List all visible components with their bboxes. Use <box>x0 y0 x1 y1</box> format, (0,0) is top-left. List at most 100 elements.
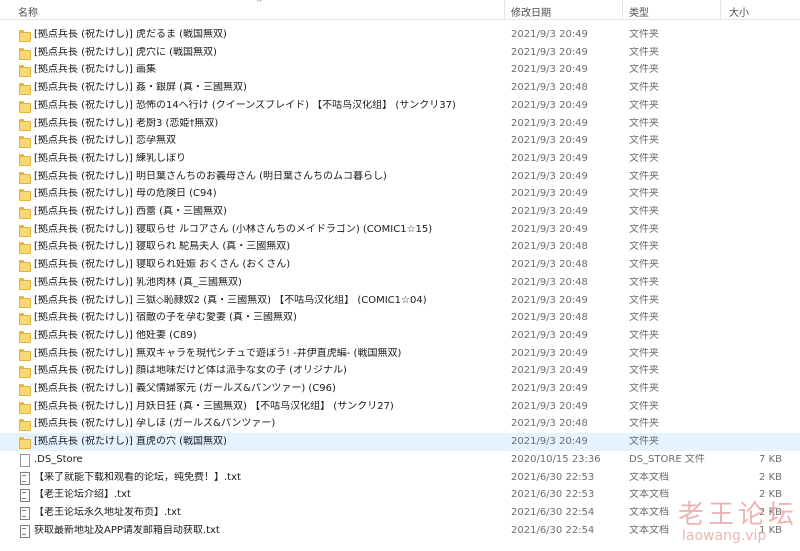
folder-icon <box>18 401 31 414</box>
column-divider[interactable] <box>720 0 721 20</box>
item-name: .DS_Store <box>34 453 83 465</box>
folder-icon <box>18 365 31 379</box>
sort-up-icon: ^ <box>256 0 263 7</box>
item-type: 文件夹 <box>629 241 659 253</box>
column-header-size[interactable]: 大小 <box>729 4 749 19</box>
item-date: 2021/9/3 20:49 <box>511 347 588 359</box>
column-header-date[interactable]: 修改日期 <box>511 4 551 19</box>
list-item[interactable]: [拠点兵長 (祝たけし)] 老厨3 (恋姫†無双) 2021/9/3 20:49 文… <box>0 115 800 133</box>
item-date: 2021/9/3 20:49 <box>511 188 588 200</box>
item-date: 2021/9/3 20:49 <box>511 99 588 111</box>
folder-icon <box>18 47 31 60</box>
list-item[interactable]: [拠点兵長 (祝たけし)] 他妊妻 (C89) 2021/9/3 20:49 文件夹 <box>0 327 800 345</box>
item-name: 【老王论坛永久地址发布页】.txt <box>34 506 181 518</box>
list-item[interactable]: [拠点兵長 (祝たけし)] 義父情婦家元 (ガールズ&パンツァー) (C96) 2… <box>0 380 800 398</box>
folder-icon <box>18 241 31 255</box>
list-item[interactable]: [拠点兵長 (祝たけし)] 西蕾 (真・三國無双) 2021/9/3 20:49 文… <box>0 203 800 221</box>
item-date: 2021/6/30 22:54 <box>511 506 595 518</box>
watermark-title: 老王论坛 <box>678 500 799 530</box>
list-item[interactable]: [拠点兵長 (祝たけし)] 姦・銀屏 (真・三國無双) 2021/9/3 20:4… <box>0 79 800 97</box>
folder-icon <box>18 312 31 326</box>
list-item[interactable]: [拠点兵長 (祝たけし)] 寝取らせ ルコアさん (小林さんちのメイドラゴン) … <box>0 221 800 239</box>
item-name: [拠点兵長 (祝たけし)] 月妖日狂 (真・三國無双) 【不咕鸟汉化组】 (サン… <box>34 400 394 412</box>
list-item[interactable]: [拠点兵長 (祝たけし)] 直虎の穴 (戦国無双) 2021/9/3 20:49 文… <box>0 433 800 452</box>
item-name: [拠点兵長 (祝たけし)] 練乳しぼり <box>34 152 186 164</box>
list-item[interactable]: [拠点兵長 (祝たけし)] 虎穴に (戦国無双) 2021/9/3 20:49 文件… <box>0 44 800 62</box>
item-type: 文件夹 <box>629 152 659 164</box>
item-name: [拠点兵長 (祝たけし)] 孕しほ (ガールズ&パンツァー) <box>34 418 276 430</box>
list-item[interactable]: [拠点兵長 (祝たけし)] 月妖日狂 (真・三國無双) 【不咕鸟汉化组】 (サン… <box>0 398 800 416</box>
item-name: 【老王论坛介绍】.txt <box>34 489 131 501</box>
folder-icon <box>18 383 31 396</box>
item-date: 2021/9/3 20:49 <box>511 170 588 182</box>
item-date: 2021/9/3 20:48 <box>511 241 588 253</box>
item-date: 2021/9/3 20:48 <box>511 418 588 430</box>
item-type: 文件夹 <box>629 99 659 111</box>
list-item[interactable]: [拠点兵長 (祝たけし)] 顔は地味だけど体は派手な女の子 (オリジナル) 202… <box>0 362 800 380</box>
folder-icon <box>18 100 31 113</box>
list-item[interactable]: [拠点兵長 (祝たけし)] 無双キャラを現代シチュで遊ぼう! -井伊直虎編- (… <box>0 345 800 363</box>
item-date: 2021/9/3 20:48 <box>511 259 588 271</box>
folder-icon <box>18 135 31 149</box>
list-item[interactable]: [拠点兵長 (祝たけし)] 寝取られ妊娠 おくさん (おくさん) 2021/9/3… <box>0 256 800 274</box>
column-divider[interactable] <box>622 0 623 20</box>
item-name: [拠点兵長 (祝たけし)] 顔は地味だけど体は派手な女の子 (オリジナル) <box>34 365 347 377</box>
item-date: 2021/9/3 20:48 <box>511 312 588 324</box>
item-name: [拠点兵長 (祝たけし)] 母の危険日 (C94) <box>34 188 217 200</box>
item-name: [拠点兵長 (祝たけし)] 西蕾 (真・三國無双) <box>34 206 227 217</box>
item-type: 文件夹 <box>629 29 659 40</box>
item-date: 2021/9/3 20:49 <box>511 329 588 341</box>
list-item[interactable]: [拠点兵長 (祝たけし)] 虎だるま (戦国無双) 2021/9/3 20:49 文… <box>0 26 800 44</box>
folder-icon <box>18 206 31 219</box>
item-size: 2 KB <box>759 471 782 483</box>
list-item[interactable]: [拠点兵長 (祝たけし)] 孕しほ (ガールズ&パンツァー) 2021/9/3 2… <box>0 415 800 433</box>
column-divider[interactable] <box>504 0 505 20</box>
list-item[interactable]: [拠点兵長 (祝たけし)] 乳池肉林 (真_三國無双) 2021/9/3 20:4… <box>0 274 800 292</box>
list-item[interactable]: .DS_Store 2020/10/15 23:36 DS_STORE 文件 7 KB <box>0 451 800 469</box>
item-date: 2020/10/15 23:36 <box>511 453 601 465</box>
item-type: 文件夹 <box>629 82 659 94</box>
list-item[interactable]: [拠点兵長 (祝たけし)] 恋孕無双 2021/9/3 20:49 文件夹 <box>0 132 800 150</box>
item-name: [拠点兵長 (祝たけし)] 他妊妻 (C89) <box>34 329 197 341</box>
item-type: DS_STORE 文件 <box>629 453 705 465</box>
list-item[interactable]: [拠点兵長 (祝たけし)] 恐怖の14へ行け (クイーンズブレイド) 【不咕鸟汉… <box>0 97 800 115</box>
item-date: 2021/9/3 20:48 <box>511 276 588 288</box>
item-type: 文件夹 <box>629 400 659 412</box>
file-icon <box>18 453 30 467</box>
list-item[interactable]: [拠点兵長 (祝たけし)] 練乳しぼり 2021/9/3 20:49 文件夹 <box>0 150 800 168</box>
folder-icon <box>18 82 31 96</box>
list-item[interactable]: [拠点兵長 (祝たけし)] 明日葉さんちのお義母さん (明日葉さんちのムコ暮らし… <box>0 168 800 186</box>
item-name: 【来了就能下载和观看的论坛，纯免费！】.txt <box>34 471 241 483</box>
item-type: 文件夹 <box>629 117 659 129</box>
txt-icon <box>18 471 30 485</box>
list-item[interactable]: [拠点兵長 (祝たけし)] 画集 2021/9/3 20:49 文件夹 <box>0 61 800 79</box>
item-name: 获取最新地址及APP请发邮箱自动获取.txt <box>34 524 220 536</box>
list-item[interactable]: [拠点兵長 (祝たけし)] 三獄◇恥隷奴2 (真・三國無双) 【不咕鸟汉化组】 … <box>0 292 800 310</box>
item-date: 2021/9/3 20:49 <box>511 117 588 129</box>
item-name: [拠点兵長 (祝たけし)] 三獄◇恥隷奴2 (真・三國無双) 【不咕鸟汉化组】 … <box>34 294 427 306</box>
item-type: 文件夹 <box>629 329 659 341</box>
item-size: 7 KB <box>759 453 782 465</box>
item-name: [拠点兵長 (祝たけし)] 宿敵の子を孕む愛妻 (真・三國無双) <box>34 312 297 324</box>
item-date: 2021/9/3 20:49 <box>511 383 588 394</box>
item-type: 文件夹 <box>629 418 659 430</box>
item-type: 文件夹 <box>629 312 659 324</box>
item-name: [拠点兵長 (祝たけし)] 姦・銀屏 (真・三國無双) <box>34 82 247 94</box>
item-type: 文件夹 <box>629 64 659 76</box>
item-type: 文件夹 <box>629 206 659 217</box>
item-date: 2021/6/30 22:53 <box>511 489 595 501</box>
item-type: 文件夹 <box>629 294 659 306</box>
list-item[interactable]: [拠点兵長 (祝たけし)] 母の危険日 (C94) 2021/9/3 20:49 文… <box>0 185 800 203</box>
item-date: 2021/9/3 20:49 <box>511 365 588 377</box>
column-header-name[interactable]: 名称 <box>18 4 38 19</box>
item-name: [拠点兵長 (祝たけし)] 恐怖の14へ行け (クイーンズブレイド) 【不咕鸟汉… <box>34 99 456 111</box>
column-header-type[interactable]: 类型 <box>629 4 649 19</box>
item-type: 文件夹 <box>629 276 659 288</box>
txt-icon <box>18 489 30 503</box>
list-item[interactable]: [拠点兵長 (祝たけし)] 寝取られ 駝鳥夫人 (真・三國無双) 2021/9/3… <box>0 238 800 256</box>
list-item[interactable]: [拠点兵長 (祝たけし)] 宿敵の子を孕む愛妻 (真・三國無双) 2021/9/3… <box>0 309 800 327</box>
list-item[interactable]: 【来了就能下载和观看的论坛，纯免费！】.txt 2021/6/30 22:53 文本… <box>0 469 800 487</box>
item-date: 2021/9/3 20:49 <box>511 135 588 147</box>
item-type: 文件夹 <box>629 383 659 394</box>
item-type: 文件夹 <box>629 170 659 182</box>
